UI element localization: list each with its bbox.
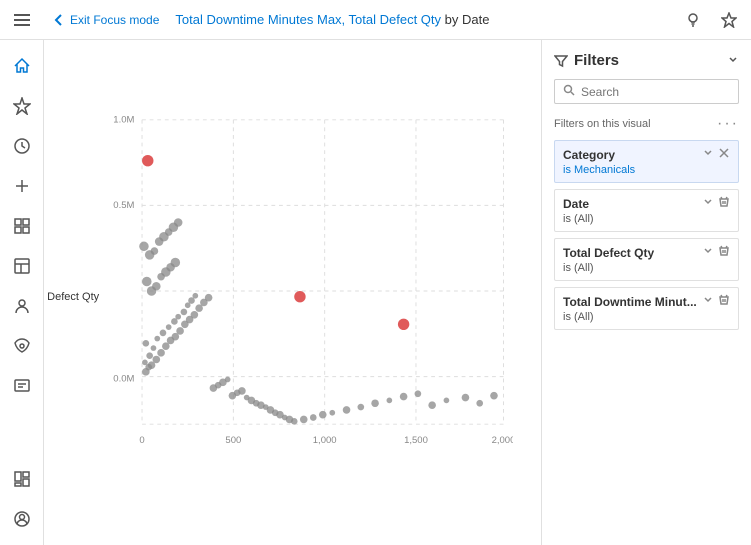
data-point <box>175 314 181 320</box>
data-point <box>157 349 165 357</box>
data-point <box>142 359 148 365</box>
hamburger-button[interactable] <box>8 6 36 34</box>
filter-date-chevron-icon[interactable] <box>702 196 714 211</box>
sidebar-item-dashboard[interactable] <box>4 461 40 497</box>
data-point <box>205 294 213 302</box>
data-point <box>371 399 379 407</box>
filter-defectqty-clear-icon[interactable] <box>718 245 730 260</box>
filter-category-clear-icon[interactable] <box>718 147 730 162</box>
data-point <box>300 416 308 424</box>
data-point <box>291 418 298 425</box>
filter-card-date: Date is (All) <box>554 189 739 232</box>
filter-header: Filters <box>554 52 739 69</box>
svg-text:0.5M: 0.5M <box>113 200 134 211</box>
sidebar-item-account[interactable] <box>4 501 40 537</box>
data-point <box>174 218 183 227</box>
y-axis-label: Total Defect Qty <box>44 291 99 303</box>
svg-text:0: 0 <box>139 435 144 446</box>
data-point <box>476 400 483 407</box>
data-point <box>160 330 167 337</box>
data-point <box>329 410 335 416</box>
filter-category-chevron-icon[interactable] <box>702 147 714 162</box>
data-point <box>143 340 150 347</box>
filter-icon <box>554 54 568 68</box>
sidebar-item-launch[interactable] <box>4 328 40 364</box>
exit-focus-button[interactable]: Exit Focus mode <box>44 9 167 31</box>
main-content: Total Defect Qty 1.0M 0.5M 0.0M <box>0 40 751 545</box>
data-point <box>238 387 246 395</box>
lightbulb-icon[interactable] <box>679 6 707 34</box>
data-point <box>142 277 152 287</box>
data-point <box>386 398 392 404</box>
data-point <box>171 258 181 268</box>
data-point <box>166 324 172 330</box>
sidebar-item-learn[interactable] <box>4 368 40 404</box>
filter-expand-icon[interactable] <box>727 53 739 69</box>
data-point <box>151 247 159 255</box>
sidebar-item-favorites[interactable] <box>4 88 40 124</box>
chart-area: Total Defect Qty 1.0M 0.5M 0.0M <box>44 40 541 545</box>
sidebar-item-apps[interactable] <box>4 208 40 244</box>
data-point <box>462 394 470 402</box>
svg-text:500: 500 <box>225 435 241 446</box>
scatter-plot: Total Defect Qty 1.0M 0.5M 0.0M <box>44 56 533 537</box>
data-point <box>152 282 161 291</box>
filter-defectqty-chevron-icon[interactable] <box>702 245 714 260</box>
data-point <box>181 309 188 316</box>
data-point <box>176 327 184 335</box>
svg-text:1.0M: 1.0M <box>113 115 134 126</box>
page-title: Total Downtime Minutes Max, Total Defect… <box>175 12 671 27</box>
data-point <box>225 377 231 383</box>
sidebar-item-people[interactable] <box>4 288 40 324</box>
data-point <box>151 345 157 351</box>
filter-downtime-clear-icon[interactable] <box>718 294 730 309</box>
data-point <box>139 242 149 252</box>
outlier-point-1 <box>142 155 153 166</box>
data-point <box>400 393 408 401</box>
filter-card-defect-qty: Total Defect Qty is (All) <box>554 238 739 281</box>
data-point <box>310 414 317 421</box>
filter-search-box[interactable] <box>554 79 739 104</box>
filter-title: Filters <box>554 52 619 69</box>
data-point <box>428 401 436 409</box>
topbar-actions <box>679 6 743 34</box>
data-point <box>357 404 364 411</box>
filter-card-downtime: Total Downtime Minut... is (All) <box>554 287 739 330</box>
svg-text:1,500: 1,500 <box>404 435 428 446</box>
filter-section-menu-icon[interactable]: ··· <box>717 116 739 132</box>
search-icon <box>563 84 575 99</box>
svg-text:0.0M: 0.0M <box>113 373 134 384</box>
sidebar-item-home[interactable] <box>4 48 40 84</box>
data-point <box>319 411 327 419</box>
star-icon[interactable] <box>715 6 743 34</box>
data-point <box>415 390 422 397</box>
data-point <box>146 352 153 359</box>
sidebar-item-create[interactable] <box>4 168 40 204</box>
sidebar-item-recent[interactable] <box>4 128 40 164</box>
topbar: Exit Focus mode Total Downtime Minutes M… <box>0 0 751 40</box>
data-point <box>343 406 351 414</box>
filter-panel: Filters Filters on this visual ··· <box>541 40 751 545</box>
outlier-point-3 <box>398 319 409 330</box>
data-point <box>444 398 450 404</box>
data-point <box>490 392 498 400</box>
sidebar <box>0 40 44 545</box>
data-point <box>192 293 198 299</box>
search-input[interactable] <box>581 85 730 99</box>
outlier-point-2 <box>294 291 305 302</box>
chart-svg: 1.0M 0.5M 0.0M 0 500 1,000 1,500 2,000 <box>104 66 513 497</box>
data-point <box>191 311 199 319</box>
filter-downtime-chevron-icon[interactable] <box>702 294 714 309</box>
filter-card-category: Category is Mechanicals <box>554 140 739 183</box>
svg-text:1,000: 1,000 <box>313 435 337 446</box>
svg-text:2,000: 2,000 <box>492 435 513 446</box>
data-point <box>154 336 160 342</box>
data-point <box>153 356 161 364</box>
filter-section-label: Filters on this visual ··· <box>554 116 739 132</box>
sidebar-item-workspaces[interactable] <box>4 248 40 284</box>
filter-date-clear-icon[interactable] <box>718 196 730 211</box>
